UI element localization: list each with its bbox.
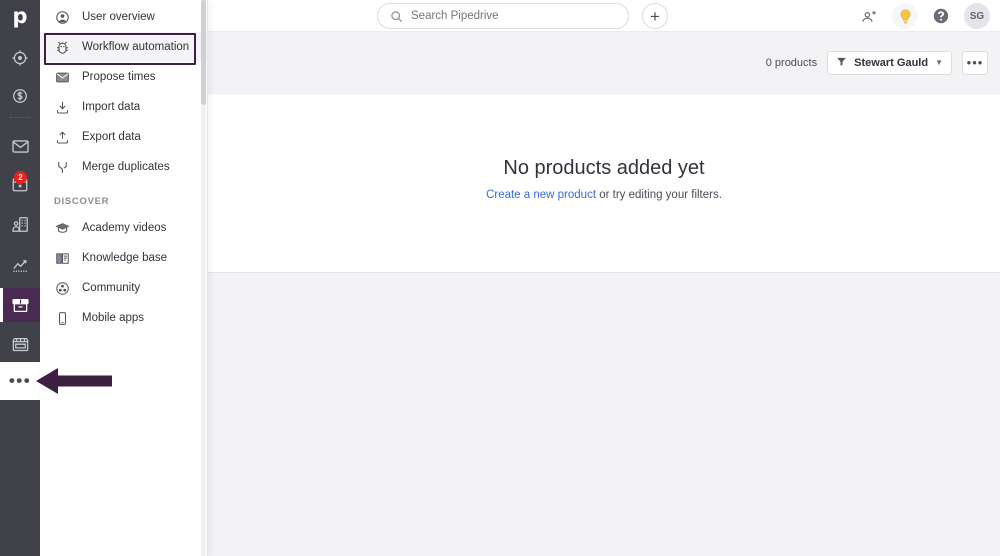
more-rail-button[interactable]: •••: [0, 362, 40, 400]
mail-icon: [11, 137, 30, 156]
flyout-item-label: Export data: [82, 131, 141, 143]
rail-item-mail[interactable]: [0, 130, 40, 162]
flyout-item-community[interactable]: Community: [40, 273, 207, 303]
flyout-item-merge-duplicates[interactable]: Merge duplicates: [40, 152, 207, 182]
empty-state-subtitle: Create a new product or try editing your…: [486, 189, 722, 201]
flyout-discover-list: Academy videos Knowledge base Community …: [40, 213, 207, 333]
flyout-item-import-data[interactable]: Import data: [40, 92, 207, 122]
rail-item-leads[interactable]: [0, 42, 40, 74]
rail-item-insights[interactable]: [0, 248, 40, 280]
pipedrive-app-window: p 2 ••• User overview Workflow automatio…: [0, 0, 1000, 556]
top-bar: + SG: [208, 0, 1000, 32]
lightbulb-icon[interactable]: [892, 3, 918, 29]
pipedrive-logo[interactable]: p: [0, 2, 40, 30]
user-overview-icon: [54, 9, 70, 25]
page-more-button[interactable]: •••: [962, 50, 988, 75]
search-input[interactable]: [411, 10, 611, 22]
flyout-item-label: Merge duplicates: [82, 161, 170, 173]
rail-item-deals[interactable]: [0, 80, 40, 112]
left-icon-rail: p 2 •••: [0, 0, 40, 556]
merge-duplicates-icon: [54, 159, 70, 175]
flyout-items-list: User overview Workflow automation Propos…: [40, 0, 207, 182]
flyout-item-user-overview[interactable]: User overview: [40, 2, 207, 32]
chevron-down-icon: ▼: [935, 58, 943, 67]
flyout-item-propose-times[interactable]: Propose times: [40, 62, 207, 92]
flyout-item-label: Community: [82, 282, 141, 294]
insights-icon: [11, 255, 30, 274]
marketplace-icon: [11, 335, 30, 354]
flyout-item-workflow-automation[interactable]: Workflow automation: [40, 32, 207, 65]
community-icon: [54, 280, 70, 296]
help-icon[interactable]: [928, 3, 954, 29]
flyout-item-academy-videos[interactable]: Academy videos: [40, 213, 207, 243]
rail-item-contacts[interactable]: [0, 208, 40, 240]
rail-item-activities[interactable]: 2: [0, 168, 40, 200]
workflow-automation-icon: [54, 39, 70, 55]
contacts-icon: [11, 215, 30, 234]
invite-users-icon[interactable]: [856, 3, 882, 29]
flyout-item-knowledge-base[interactable]: Knowledge base: [40, 243, 207, 273]
products-card: No products added yet Create a new produ…: [208, 93, 1000, 273]
academy-videos-icon: [54, 220, 70, 236]
empty-state-rest-text: or try editing your filters.: [596, 189, 722, 201]
product-count-label: 0 products: [765, 56, 818, 69]
flyout-item-label: Mobile apps: [82, 312, 145, 324]
activities-calendar-icon: 2: [11, 171, 29, 193]
knowledge-base-icon: [54, 250, 70, 266]
filter-button-label: Stewart Gauld: [854, 56, 929, 69]
flyout-item-label: Academy videos: [82, 222, 167, 234]
mobile-apps-icon: [54, 310, 70, 326]
search-icon: [390, 10, 403, 23]
rail-segment-bottom: [0, 400, 40, 556]
rail-item-marketplace[interactable]: [0, 328, 40, 360]
add-new-button[interactable]: +: [642, 3, 668, 29]
create-new-product-link[interactable]: Create a new product: [486, 189, 596, 201]
leads-icon: [11, 49, 29, 67]
empty-state: No products added yet Create a new produ…: [208, 94, 1000, 272]
products-page: 0 products Stewart Gauld ▼ ••• No produc…: [208, 32, 1000, 556]
flyout-section-discover: DISCOVER: [54, 196, 110, 207]
flyout-scrollbar[interactable]: [201, 0, 206, 556]
empty-state-title: No products added yet: [503, 157, 705, 179]
avatar[interactable]: SG: [964, 3, 990, 29]
flyout-scrollbar-thumb[interactable]: [201, 0, 206, 105]
flyout-item-mobile-apps[interactable]: Mobile apps: [40, 303, 207, 333]
propose-times-icon: [54, 69, 70, 85]
rail-item-products[interactable]: [0, 289, 40, 321]
filter-icon: [836, 56, 847, 70]
rail-divider: [10, 117, 30, 118]
page-toolbar: 0 products Stewart Gauld ▼ •••: [208, 32, 1000, 93]
deals-icon: [11, 87, 29, 105]
flyout-item-export-data[interactable]: Export data: [40, 122, 207, 152]
more-flyout-panel: User overview Workflow automation Propos…: [40, 0, 208, 556]
import-data-icon: [54, 99, 70, 115]
top-bar-actions: SG: [856, 3, 990, 29]
search-box[interactable]: [377, 3, 629, 29]
activities-badge: 2: [14, 171, 27, 184]
flyout-item-label: Knowledge base: [82, 252, 168, 264]
flyout-item-label: Workflow automation: [82, 41, 190, 53]
annotation-arrow: [36, 366, 112, 396]
flyout-item-label: Import data: [82, 101, 141, 113]
products-icon: [11, 296, 30, 315]
filter-button[interactable]: Stewart Gauld ▼: [827, 50, 952, 75]
flyout-item-label: Propose times: [82, 71, 156, 83]
export-data-icon: [54, 129, 70, 145]
flyout-item-label: User overview: [82, 11, 155, 23]
